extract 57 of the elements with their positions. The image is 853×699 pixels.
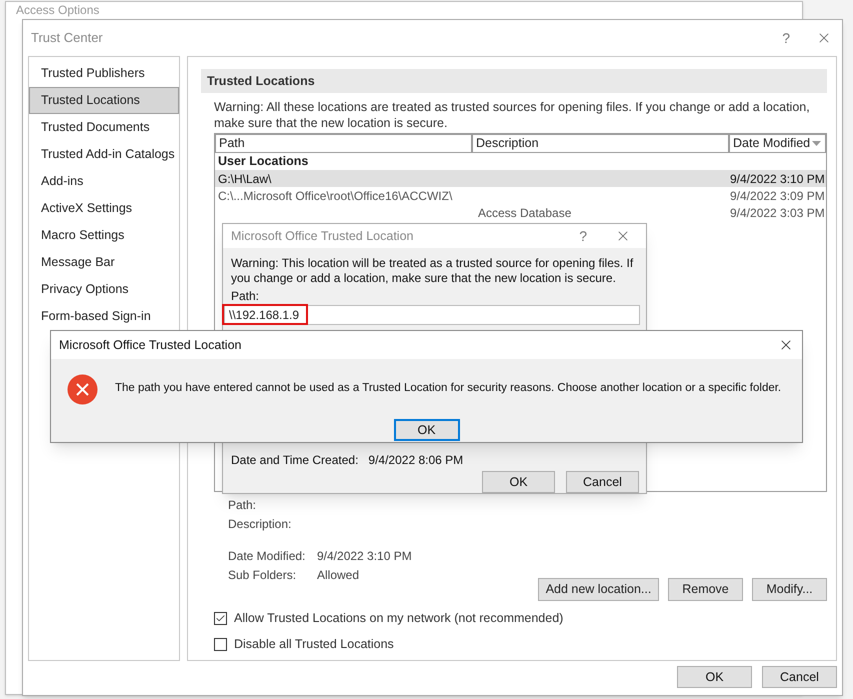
detail-label: Date Modified: (228, 548, 306, 564)
sidebar-item[interactable]: Trusted Locations (29, 87, 179, 114)
detail-label: Sub Folders: (228, 567, 298, 583)
detail-label: Path: (228, 497, 258, 513)
dialog-title: Microsoft Office Trusted Location (59, 336, 242, 354)
sidebar-item[interactable]: Trusted Publishers (29, 60, 179, 87)
dialog-button[interactable]: Cancel (566, 471, 639, 493)
column-header[interactable]: Description (473, 135, 728, 152)
action-button[interactable]: Add new location... (538, 578, 659, 601)
sidebar-item[interactable]: ActiveX Settings (29, 195, 179, 222)
table-row[interactable]: G:\H\Law\ 9/4/2022 3:10 PM (215, 170, 826, 187)
path-label: Path: (231, 288, 260, 306)
table-row[interactable]: C:\...Microsoft Office\root\Office16\ACCWIZ\ 9/4/2022 3:09 PM (215, 187, 826, 204)
detail-value: Allowed (317, 567, 360, 583)
checkbox[interactable] (214, 638, 227, 651)
dialog-title: Microsoft Office Trusted Location (231, 228, 414, 245)
error-icon (67, 374, 98, 404)
action-button[interactable]: Remove (668, 578, 743, 601)
sidebar-item[interactable]: Form-based Sign-in (29, 303, 179, 330)
help-button[interactable]: ? (579, 226, 587, 247)
action-button[interactable]: Modify... (752, 578, 827, 601)
column-header[interactable]: Date Modified (730, 135, 825, 152)
section-title: Trusted Locations (207, 72, 315, 90)
checkbox-label: Disable all Trusted Locations (234, 636, 394, 653)
dialog-button[interactable]: OK (394, 419, 460, 441)
description-cell-text: Access Database (477, 204, 572, 222)
window-title: Trust Center (31, 29, 104, 48)
dialog-button[interactable]: Cancel (762, 666, 837, 688)
checkbox[interactable] (214, 612, 227, 625)
path-cell-text: G:\H\Law\ (217, 170, 272, 188)
date-cell-text: 9/4/2022 3:03 PM (729, 204, 826, 222)
sort-arrow-icon (812, 141, 821, 146)
sidebar-item[interactable]: Trusted Documents (29, 114, 179, 141)
path-cell-text: C:\...Microsoft Office\root\Office16\ACCWIZ\ (217, 188, 454, 204)
path-field[interactable]: \\192.168.1.9 (224, 305, 640, 326)
window-title: Access Options (16, 3, 100, 18)
sidebar-item[interactable]: Trusted Add-in Catalogs (29, 141, 179, 168)
checkbox-label: Allow Trusted Locations on my network (not recommended) (234, 610, 564, 627)
group-label: User Locations (217, 153, 310, 170)
sidebar-item[interactable]: Macro Settings (29, 222, 179, 249)
created-value: 9/4/2022 8:06 PM (368, 452, 464, 469)
dialog-button[interactable]: OK (482, 471, 555, 493)
sidebar-item[interactable]: Message Bar (29, 249, 179, 276)
date-cell-text: 9/4/2022 3:09 PM (729, 188, 826, 204)
table-row[interactable]: Access Database 9/4/2022 3:03 PM (215, 204, 826, 221)
error-message: The path you have entered cannot be used as a Trusted Location for security reasons. Choose another location or a specific folder. (115, 381, 782, 396)
detail-value: 9/4/2022 3:10 PM (317, 548, 413, 564)
dialog-warning: Warning: This location will be treated as a trusted source for opening files. If you change or add a location, make sure that the new location is secure. (231, 256, 634, 286)
sidebar-item[interactable]: Privacy Options (29, 276, 179, 303)
created-label: Date and Time Created: (231, 452, 358, 469)
dialog-button[interactable]: OK (677, 666, 752, 688)
detail-label: Description: (228, 516, 292, 532)
warning-text: Warning: All these locations are treated as trusted sources for opening files. If you change or add a location, make sure that the new location is secure. (214, 99, 811, 131)
sidebar-item[interactable]: Add-ins (29, 168, 179, 195)
column-header[interactable]: Path (216, 135, 471, 152)
help-button[interactable]: ? (782, 28, 790, 48)
date-cell-text: 9/4/2022 3:10 PM (729, 170, 826, 188)
